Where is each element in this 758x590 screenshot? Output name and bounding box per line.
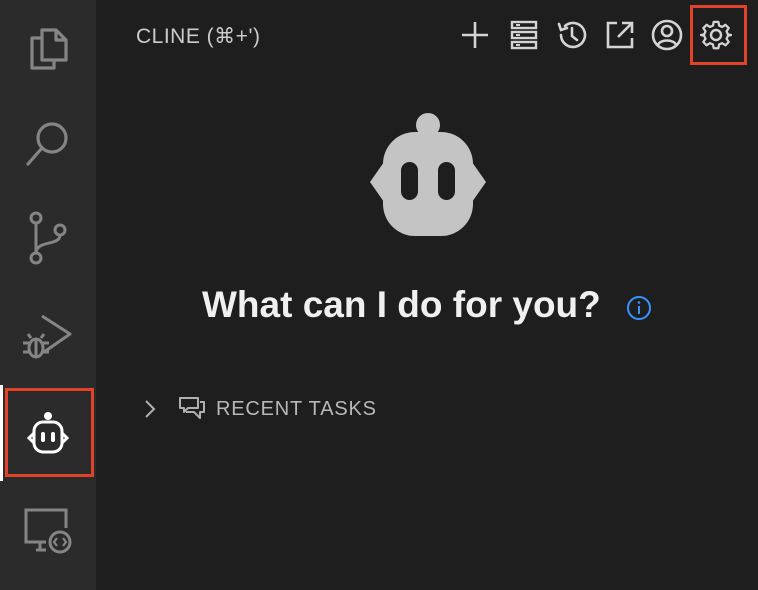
mcp-servers-button[interactable]: [503, 14, 545, 56]
info-icon[interactable]: [625, 294, 653, 322]
activity-item-run-debug[interactable]: [0, 288, 96, 384]
cline-panel: CLINE (⌘+') What can I do for you? RECEN…: [96, 0, 758, 590]
activity-item-source-control[interactable]: [0, 190, 96, 286]
source-control-icon: [29, 211, 67, 265]
open-in-editor-icon: [606, 21, 634, 49]
open-in-editor-button[interactable]: [599, 14, 641, 56]
run-debug-icon: [23, 314, 72, 359]
mcp-servers-icon: [510, 20, 538, 50]
highlight-settings-button: [690, 5, 747, 65]
activity-item-remote-explorer[interactable]: [0, 482, 96, 578]
recent-tasks-label: RECENT TASKS: [216, 398, 377, 420]
plus-icon: [462, 22, 488, 48]
chevron-right-icon: [145, 400, 156, 418]
panel-title: CLINE (⌘+'): [136, 25, 261, 48]
account-button[interactable]: [646, 14, 688, 56]
activity-item-explorer[interactable]: [0, 0, 96, 96]
history-icon: [557, 21, 587, 49]
activity-item-search[interactable]: [0, 96, 96, 192]
comment-discussion-icon: [179, 397, 205, 419]
search-icon: [26, 122, 68, 166]
welcome-headline: What can I do for you?: [202, 284, 601, 325]
activity-bar: [0, 0, 96, 590]
cline-robot-logo: [370, 113, 486, 236]
highlight-cline-activity: [5, 388, 94, 477]
active-item-indicator: [0, 385, 3, 481]
new-task-button[interactable]: [454, 14, 496, 56]
files-icon: [30, 28, 68, 70]
account-icon: [651, 19, 683, 51]
remote-explorer-icon: [24, 508, 72, 554]
history-button[interactable]: [551, 14, 593, 56]
